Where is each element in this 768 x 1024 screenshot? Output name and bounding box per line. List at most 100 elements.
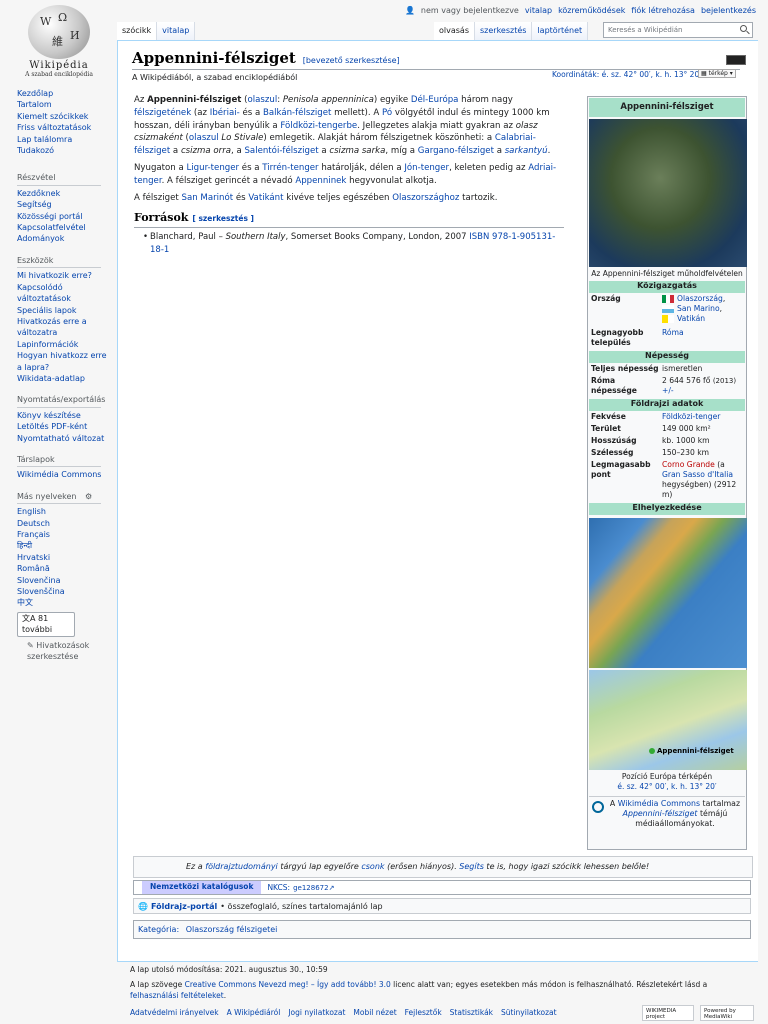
link[interactable]: olaszul — [247, 95, 277, 105]
sidebar-item-pdf[interactable]: Letöltés PDF-ként — [17, 421, 113, 432]
sidebar-item-help[interactable]: Segítség — [17, 199, 113, 210]
sources-edit-link[interactable]: [ szerkesztés ] — [192, 214, 254, 223]
link[interactable]: Appenninek — [295, 176, 346, 186]
user-talk-link[interactable]: vitalap — [525, 6, 552, 15]
sidebar-item-recent-changes[interactable]: Friss változtatások — [17, 122, 113, 133]
sidebar-item-main-page[interactable]: Kezdőlap — [17, 88, 113, 99]
sidebar-item-contents[interactable]: Tartalom — [17, 99, 113, 110]
lang-link-sk[interactable]: Slovenčina — [17, 575, 113, 586]
population-edit-link[interactable]: +/- — [662, 386, 674, 395]
sidebar-item-related-changes[interactable]: Kapcsolódó változtatások — [17, 282, 113, 305]
sidebar-item-community[interactable]: Közösségi portál — [17, 211, 113, 222]
country-link-italy[interactable]: Olaszország — [677, 294, 723, 303]
portal-link[interactable]: Földrajz-portál — [151, 902, 217, 911]
sidebar-item-donate[interactable]: Adományok — [17, 233, 113, 244]
range-link[interactable]: Gran Sasso d'Italia — [662, 470, 733, 479]
link[interactable]: olaszul — [189, 133, 219, 143]
footer-link-privacy[interactable]: Adatvédelmi irányelvek — [130, 1008, 219, 1017]
category-link[interactable]: Olaszország félszigetei — [186, 925, 278, 934]
location-value-link[interactable]: Földközi-tenger — [662, 412, 743, 422]
europe-locator-map[interactable]: Appennini-félsziget — [589, 670, 747, 770]
link[interactable]: Ligur-tenger — [187, 163, 240, 173]
link[interactable]: Tirrén-tenger — [262, 163, 318, 173]
commons-link[interactable]: Wikimédia Commons — [618, 799, 700, 808]
search-input[interactable]: Keresés a Wikipédián — [603, 22, 753, 38]
sidebar-item-contact[interactable]: Kapcsolatfelvétel — [17, 222, 113, 233]
lang-link-ro[interactable]: Română — [17, 563, 113, 574]
license-link[interactable]: Creative Commons Nevezd meg! – Így add t… — [185, 980, 391, 989]
wikimedia-badge[interactable]: WIKIMEDIA project — [642, 1005, 694, 1021]
tab-talk[interactable]: vitalap — [157, 22, 196, 40]
link[interactable]: félszigetének — [134, 108, 191, 118]
create-account-link[interactable]: fiók létrehozása — [631, 6, 695, 15]
link[interactable]: Salentói-félsziget — [244, 146, 318, 156]
sidebar-item-commons[interactable]: Wikimédia Commons — [17, 469, 113, 480]
sidebar-item-printable[interactable]: Nyomtatható változat — [17, 433, 113, 444]
nkcs-id-link[interactable]: ge128672 — [293, 884, 328, 892]
lang-link-sl[interactable]: Slovenščina — [17, 586, 113, 597]
authority-label-link[interactable]: Nemzetközi katalógusok — [142, 881, 262, 894]
link[interactable]: Vatikánt — [248, 193, 283, 203]
lang-link-en[interactable]: English — [17, 506, 113, 517]
link[interactable]: Gargano-félsziget — [418, 146, 494, 156]
sidebar-item-cite[interactable]: Hogyan hivatkozz erre a lapra? — [17, 350, 113, 373]
link[interactable]: Pó — [382, 108, 392, 118]
sidebar-item-wikidata[interactable]: Wikidata-adatlap — [17, 373, 113, 384]
search-icon[interactable] — [740, 25, 747, 32]
satellite-image[interactable] — [589, 119, 747, 267]
sidebar-item-what-links-here[interactable]: Mi hivatkozik erre? — [17, 270, 113, 281]
lang-link-hi[interactable]: हिन्दी — [17, 540, 113, 551]
tab-history[interactable]: laptörténet — [532, 22, 589, 40]
contributions-link[interactable]: közreműködések — [558, 6, 625, 15]
sidebar-item-permanent-link[interactable]: Hivatkozás erre a változatra — [17, 316, 113, 339]
sidebar-item-book[interactable]: Könyv készítése — [17, 410, 113, 421]
category-label-link[interactable]: Kategória: — [138, 925, 179, 934]
intro-edit-link[interactable]: [bevezető szerkesztése] — [303, 56, 400, 65]
peak-link[interactable]: Corno Grande — [662, 460, 715, 469]
more-languages-button[interactable]: 文A 81 további — [17, 611, 75, 637]
tab-article[interactable]: szócikk — [117, 22, 158, 40]
link[interactable]: sarkantyú — [505, 146, 548, 156]
footer-link-disclaimer[interactable]: Jogi nyilatkozat — [288, 1008, 345, 1017]
country-link-san-marino[interactable]: San Marino — [677, 304, 720, 313]
largest-city-link[interactable]: Róma — [662, 328, 743, 348]
footer-link-cookies[interactable]: Sütinyilatkozat — [501, 1008, 557, 1017]
lang-link-fr[interactable]: Français — [17, 529, 113, 540]
map-button[interactable]: ▦ térkép ▾ — [698, 69, 736, 78]
nkcs-label-link[interactable]: NKCS: — [267, 883, 290, 892]
link[interactable]: Jón-tenger — [404, 163, 449, 173]
lang-link-hr[interactable]: Hrvatski — [17, 552, 113, 563]
sidebar-item-special-pages[interactable]: Speciális lapok — [17, 305, 113, 316]
login-link[interactable]: bejelentkezés — [701, 6, 756, 15]
edit-interlanguage-links[interactable]: ✎ Hivatkozások szerkesztése — [17, 640, 107, 663]
stub-topic-link[interactable]: földrajztudományi — [205, 862, 278, 871]
link[interactable]: Olaszországhoz — [392, 193, 459, 203]
country-link-vatican[interactable]: Vatikán — [677, 314, 705, 323]
link[interactable]: Földközi-tengerbe — [280, 121, 357, 131]
footer-link-stats[interactable]: Statisztikák — [450, 1008, 493, 1017]
wikipedia-logo[interactable]: WΩ維И Wikipédia A szabad enciklopédia — [14, 5, 104, 78]
sidebar-item-featured[interactable]: Kiemelt szócikkek — [17, 111, 113, 122]
commons-topic-link[interactable]: Appennini-félsziget — [623, 809, 698, 818]
tab-read[interactable]: olvasás — [434, 22, 475, 40]
link[interactable]: Ibériai- — [210, 108, 240, 118]
mediawiki-badge[interactable]: Powered by MediaWiki — [700, 1005, 754, 1021]
footer-link-mobile[interactable]: Mobil nézet — [353, 1008, 396, 1017]
map-coordinates-link[interactable]: é. sz. 42° 00′, k. h. 13° 20′ — [617, 782, 716, 791]
link[interactable]: San Marinót — [182, 193, 234, 203]
lang-link-zh[interactable]: 中文 — [17, 597, 113, 608]
sidebar-item-help-desk[interactable]: Tudakozó — [17, 145, 113, 156]
sidebar-item-beginners[interactable]: Kezdőknek — [17, 188, 113, 199]
relief-map-image[interactable] — [589, 518, 747, 668]
coordinates-value[interactable]: é. sz. 42° 00′, k. h. 13° 20′ — [602, 70, 701, 79]
footer-link-developers[interactable]: Fejlesztők — [405, 1008, 442, 1017]
gear-icon[interactable]: ⚙ — [85, 492, 92, 501]
tab-edit[interactable]: szerkesztés — [475, 22, 533, 40]
footer-link-about[interactable]: A Wikipédiáról — [227, 1008, 281, 1017]
stub-link[interactable]: csonk — [361, 862, 384, 871]
stub-help-link[interactable]: Segíts — [459, 862, 484, 871]
link[interactable]: Dél-Európa — [411, 95, 459, 105]
dark-mode-toggle[interactable] — [726, 55, 746, 65]
sidebar-item-random[interactable]: Lap találomra — [17, 134, 113, 145]
lang-link-de[interactable]: Deutsch — [17, 518, 113, 529]
